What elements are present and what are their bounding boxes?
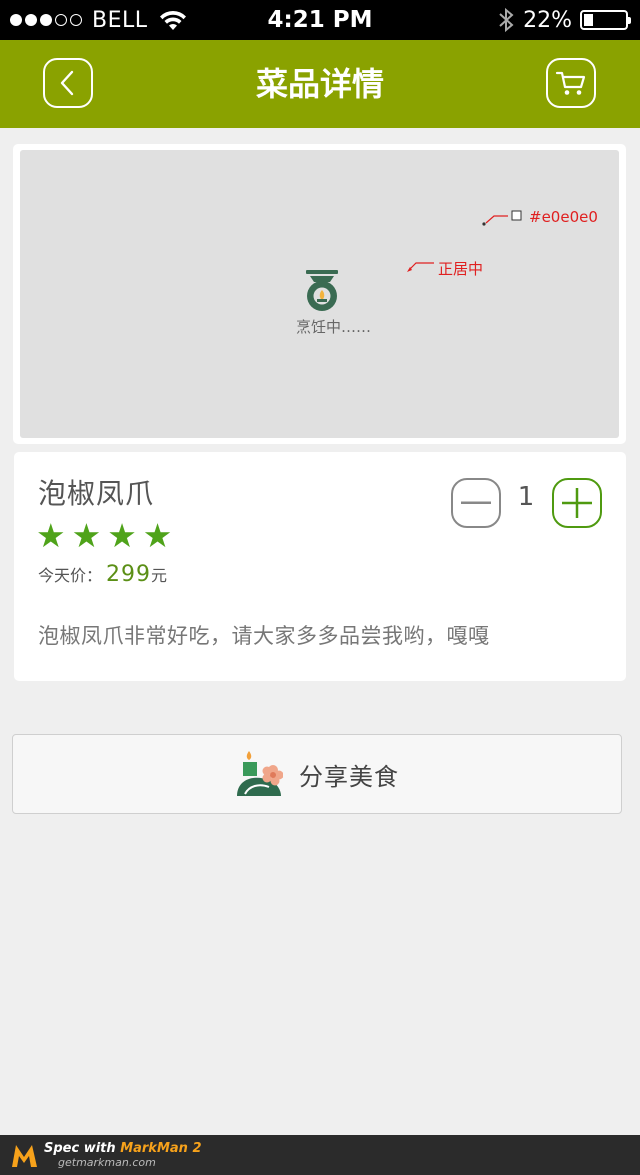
annotation-color: #e0e0e0: [529, 208, 598, 226]
markman-url: getmarkman.com: [58, 1156, 156, 1169]
status-bar: BELL 4:21 PM 22%: [0, 0, 640, 40]
annotation-arrow-icon: [482, 210, 522, 226]
price-label: 今天价：: [38, 566, 103, 585]
dish-description: 泡椒凤爪非常好吃，请大家多多品尝我哟，嘎嘎: [38, 624, 490, 648]
annotation-arrow-icon: [407, 262, 434, 272]
battery-icon: [580, 10, 631, 30]
share-button-label: 分享美食: [299, 762, 399, 791]
star-icon: ★: [36, 516, 66, 555]
markman-footer: Spec with MarkMan 2 getmarkman.com: [0, 1135, 640, 1175]
cart-button[interactable]: [546, 58, 596, 108]
share-food-icon: [237, 751, 283, 796]
price-row: 今天价： 299 元: [38, 562, 167, 587]
markman-tagline: Spec with MarkMan 2: [44, 1141, 202, 1156]
dish-image-placeholder: 烹饪中…… #e0e0e0 正居中: [20, 150, 619, 438]
cooking-pot-icon: [306, 270, 338, 311]
battery-percentage: 22%: [523, 7, 572, 33]
price-value: 299: [106, 562, 152, 587]
cart-icon: [555, 71, 586, 95]
markman-logo-icon: [12, 1145, 37, 1167]
increase-quantity-button[interactable]: [552, 478, 602, 528]
loading-text: 烹饪中……: [296, 318, 372, 336]
dish-info-card: 泡椒凤爪 ★ ★ ★ ★ 今天价： 299 元 泡椒凤爪非常好吃，请大家多多品尝…: [14, 452, 626, 681]
rating-stars: ★ ★ ★ ★: [36, 516, 172, 556]
decrease-quantity-button[interactable]: [451, 478, 501, 528]
annotation-center: 正居中: [438, 260, 484, 278]
dish-name: 泡椒凤爪: [38, 477, 155, 510]
share-food-button[interactable]: 分享美食: [12, 734, 622, 814]
nav-bar: 菜品详情: [0, 40, 640, 128]
quantity-value: 1: [517, 482, 535, 512]
star-icon: ★: [71, 516, 102, 555]
bluetooth-icon: [499, 7, 514, 33]
star-icon: ★: [107, 516, 137, 555]
minus-icon: [461, 501, 491, 504]
price-unit: 元: [151, 566, 168, 585]
dish-image-card: 烹饪中…… #e0e0e0 正居中: [13, 144, 626, 444]
page-title: 菜品详情: [255, 65, 384, 103]
plus-icon: [562, 488, 592, 518]
star-icon: ★: [142, 516, 173, 555]
